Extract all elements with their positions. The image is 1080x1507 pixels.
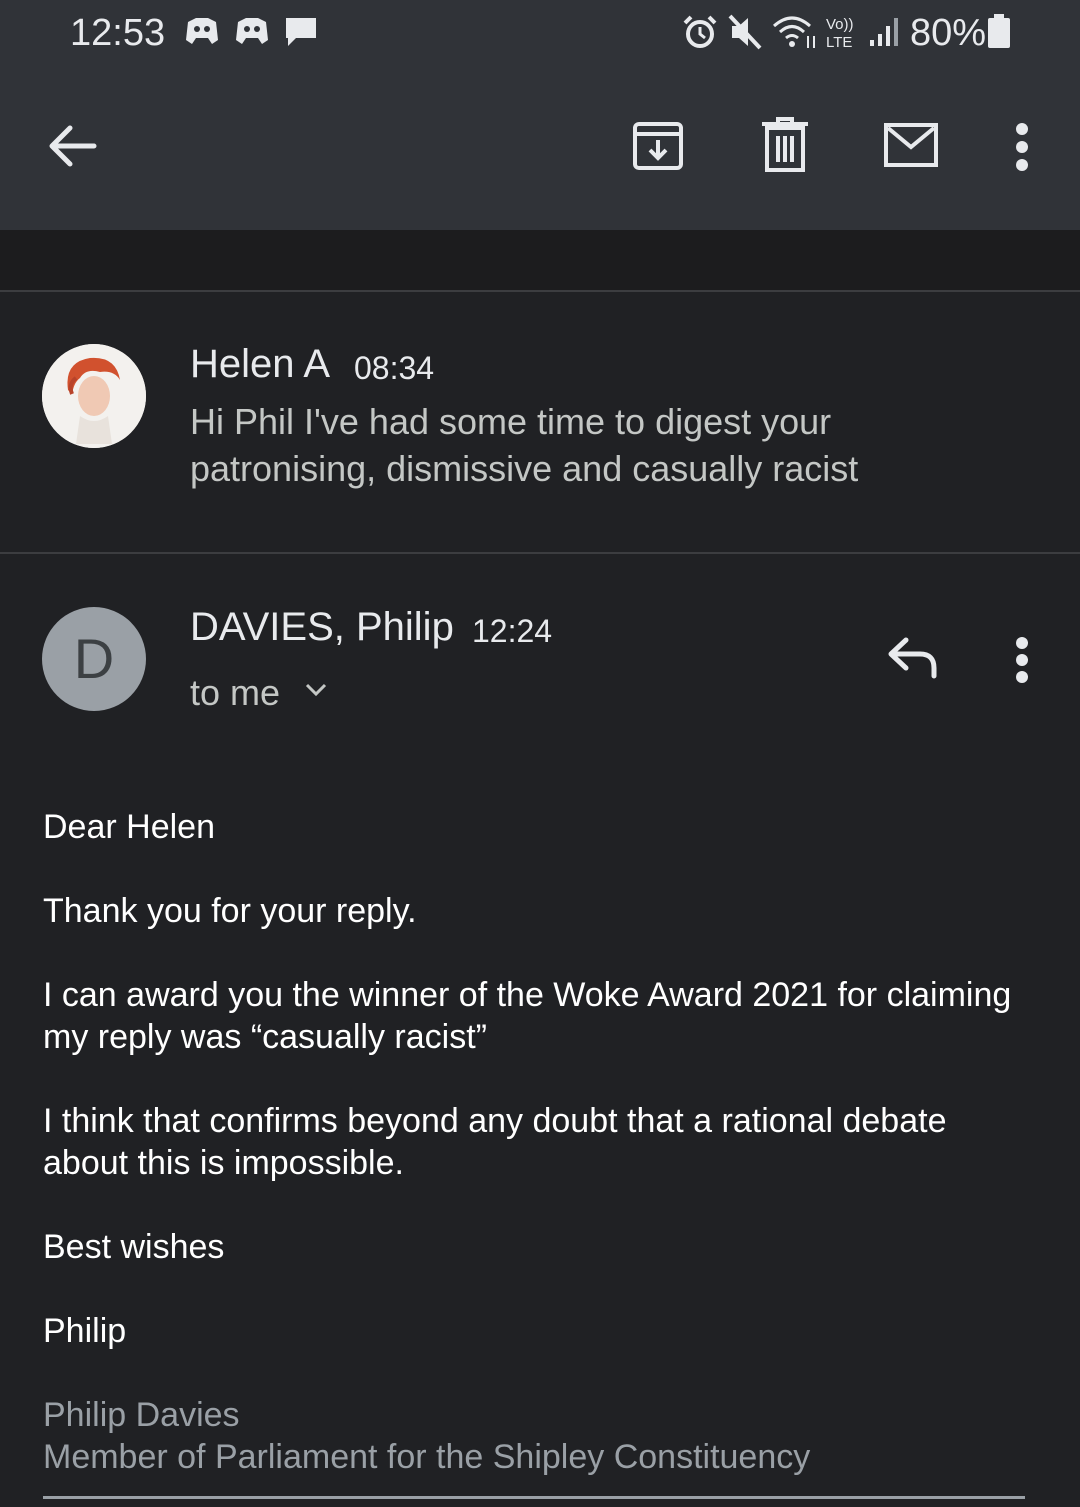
status-bar: 12:53 Vo)) LTE 80% <box>0 0 1080 68</box>
body-paragraph: I think that confirms beyond any doubt t… <box>43 1102 947 1182</box>
message-snippet: Hi Phil I've had some time to digest you… <box>190 401 859 489</box>
battery-icon <box>986 14 1012 55</box>
mark-unread-icon[interactable] <box>882 120 940 175</box>
body-paragraph: Best wishes <box>43 1228 225 1266</box>
avatar: D <box>42 607 146 711</box>
svg-text:LTE: LTE <box>826 34 852 50</box>
svg-text:Vo)): Vo)) <box>826 16 854 33</box>
status-time: 12:53 <box>70 12 166 54</box>
message-time: 08:34 <box>354 350 435 386</box>
message-time: 12:24 <box>472 613 553 649</box>
reply-icon[interactable] <box>886 636 940 685</box>
discord-icon <box>184 16 220 53</box>
delete-icon[interactable] <box>758 116 812 179</box>
more-icon[interactable] <box>1008 122 1036 177</box>
signature-name: Philip Davies <box>43 1396 240 1434</box>
signal-icon <box>868 14 902 55</box>
signature-title: Member of Parliament for the Shipley Con… <box>43 1438 811 1476</box>
alarm-icon <box>682 14 718 55</box>
signature-divider <box>43 1496 1025 1499</box>
body-paragraph: Philip <box>43 1312 127 1350</box>
recipient-label[interactable]: to me <box>190 672 280 714</box>
body-paragraph: Dear Helen <box>43 808 215 846</box>
app-top-bar: 12:53 Vo)) LTE 80% <box>0 0 1080 230</box>
volte-icon: Vo)) LTE <box>824 14 864 55</box>
archive-icon[interactable] <box>630 118 686 179</box>
body-paragraph: Thank you for your reply. <box>43 892 417 930</box>
battery-percent: 80% <box>910 12 987 54</box>
divider <box>0 552 1080 554</box>
mute-icon <box>728 14 762 55</box>
body-paragraph: I can award you the winner of the Woke A… <box>43 976 1012 1056</box>
wifi-icon <box>772 14 818 55</box>
message-more-icon[interactable] <box>1008 636 1036 689</box>
subject-area <box>0 230 1080 290</box>
discord-icon <box>234 16 270 53</box>
chat-bubble-icon <box>284 16 318 53</box>
sender-name: Helen A <box>190 342 331 386</box>
sender-name: DAVIES, Philip <box>190 605 454 649</box>
chevron-down-icon[interactable] <box>304 680 328 705</box>
divider <box>0 290 1080 292</box>
back-arrow-icon[interactable] <box>44 120 100 177</box>
avatar <box>42 344 146 448</box>
